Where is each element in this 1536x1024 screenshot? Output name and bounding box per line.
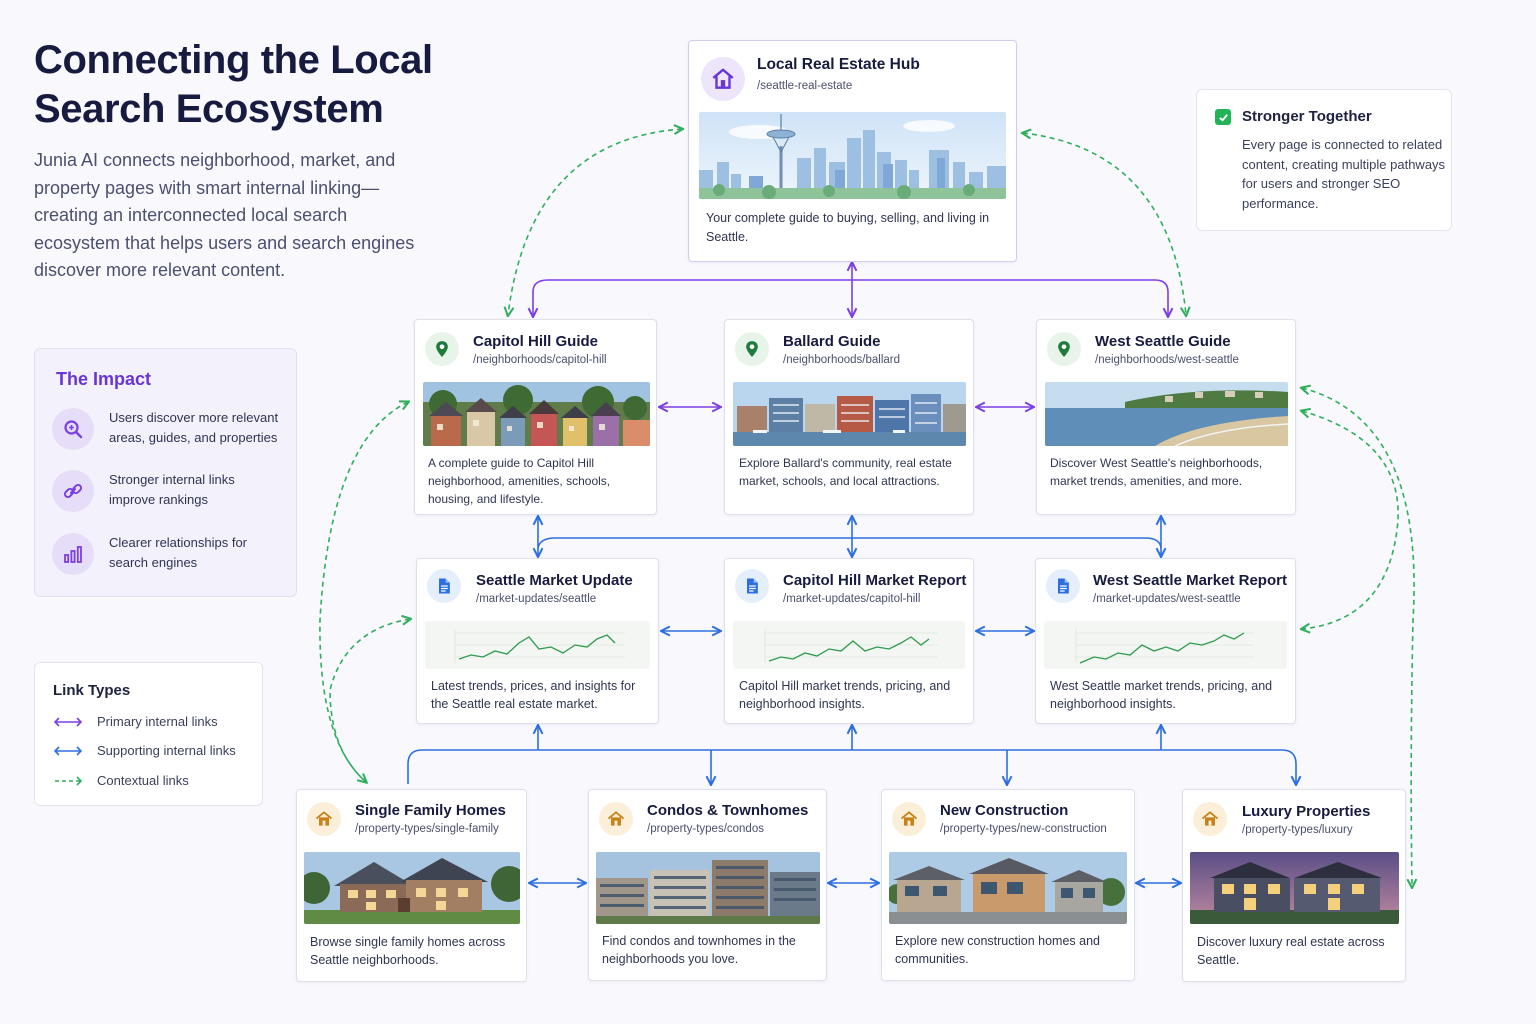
market-trend-chart bbox=[733, 621, 965, 669]
market-url[interactable]: /market-updates/seattle bbox=[476, 593, 596, 605]
impact-item: Stronger internal links improve rankings bbox=[52, 468, 292, 514]
neighborhood-title: Ballard Guide bbox=[783, 333, 881, 350]
impact-panel: The Impact Users discover more relevant … bbox=[34, 348, 297, 597]
seattle-skyline-illustration bbox=[699, 112, 1006, 199]
document-icon bbox=[427, 569, 461, 603]
link-icon bbox=[52, 470, 94, 512]
property-title: Luxury Properties bbox=[1242, 803, 1371, 820]
new-construction-photo bbox=[889, 852, 1127, 924]
market-url[interactable]: /market-updates/capitol-hill bbox=[783, 593, 920, 605]
market-trend-chart bbox=[1044, 621, 1287, 669]
market-card-west-seattle[interactable]: West Seattle Market Report /market-updat… bbox=[1035, 558, 1296, 724]
impact-item-text: Users discover more relevant areas, guid… bbox=[109, 410, 279, 445]
property-description: Explore new construction homes and commu… bbox=[895, 934, 1100, 966]
neighborhood-url[interactable]: /neighborhoods/west-seattle bbox=[1095, 354, 1239, 366]
market-to-property-links bbox=[407, 726, 1296, 883]
checkbox-icon bbox=[1215, 109, 1231, 125]
link-types-title: Link Types bbox=[53, 682, 131, 699]
double-arrow-icon bbox=[53, 746, 83, 756]
legend-label: Supporting internal links bbox=[97, 743, 236, 758]
house-icon bbox=[307, 802, 341, 836]
west-seattle-beach-photo bbox=[1045, 382, 1288, 446]
house-icon bbox=[1193, 802, 1227, 836]
dashed-arrow-icon bbox=[55, 776, 83, 786]
map-pin-icon bbox=[1047, 332, 1081, 366]
legend-label: Primary internal links bbox=[97, 714, 218, 729]
hub-title: Local Real Estate Hub bbox=[757, 56, 920, 73]
bar-chart-icon bbox=[52, 533, 94, 575]
property-url[interactable]: /property-types/new-construction bbox=[940, 823, 1107, 835]
neighborhood-description: Explore Ballard's community, real estate… bbox=[739, 456, 952, 488]
stronger-together-callout: Stronger Together Every page is connecte… bbox=[1196, 89, 1452, 231]
property-title: Condos & Townhomes bbox=[647, 802, 809, 819]
hub-description: Your complete guide to buying, selling, … bbox=[706, 211, 990, 244]
house-icon bbox=[701, 57, 745, 101]
market-card-capitol-hill[interactable]: Capitol Hill Market Report /market-updat… bbox=[724, 558, 974, 724]
impact-item-text: Clearer relationships for search engines bbox=[109, 535, 248, 570]
market-trend-chart bbox=[425, 621, 650, 669]
document-icon bbox=[735, 569, 769, 603]
single-family-home-photo bbox=[304, 852, 520, 924]
house-icon bbox=[892, 802, 926, 836]
impact-item-text: Stronger internal links improve rankings bbox=[109, 472, 235, 507]
market-description: West Seattle market trends, pricing, and… bbox=[1050, 679, 1273, 711]
market-title: Seattle Market Update bbox=[476, 572, 633, 589]
property-card-condos[interactable]: Condos & Townhomes /property-types/condo… bbox=[588, 789, 827, 981]
link-types-legend: Link Types Primary internal links Suppor… bbox=[34, 662, 263, 806]
map-pin-icon bbox=[425, 332, 459, 366]
condo-building-photo bbox=[596, 852, 820, 924]
neighborhood-card-ballard[interactable]: Ballard Guide /neighborhoods/ballard Exp… bbox=[724, 319, 974, 515]
legend-label: Contextual links bbox=[97, 773, 189, 788]
property-url[interactable]: /property-types/condos bbox=[647, 823, 764, 835]
impact-title: The Impact bbox=[56, 369, 152, 389]
property-card-new-construction[interactable]: New Construction /property-types/new-con… bbox=[881, 789, 1135, 981]
hub-card[interactable]: Local Real Estate Hub /seattle-real-esta… bbox=[688, 40, 1017, 262]
callout-title: Stronger Together bbox=[1242, 108, 1372, 125]
property-url[interactable]: /property-types/single-family bbox=[355, 823, 499, 835]
intro-text: Junia AI connects neighborhood, market, … bbox=[34, 150, 415, 280]
neighborhood-title: West Seattle Guide bbox=[1095, 333, 1231, 350]
market-title: Capitol Hill Market Report bbox=[783, 572, 967, 589]
magnifier-icon bbox=[52, 408, 94, 450]
property-description: Find condos and townhomes in the neighbo… bbox=[602, 934, 796, 966]
neighborhood-card-west-seattle[interactable]: West Seattle Guide /neighborhoods/west-s… bbox=[1036, 319, 1296, 515]
ballard-waterfront-photo bbox=[733, 382, 966, 446]
property-description: Discover luxury real estate across Seatt… bbox=[1197, 935, 1385, 967]
map-pin-icon bbox=[735, 332, 769, 366]
property-title: Single Family Homes bbox=[355, 802, 506, 819]
property-card-luxury[interactable]: Luxury Properties /property-types/luxury… bbox=[1182, 789, 1406, 982]
callout-text: Every page is connected to related conte… bbox=[1242, 137, 1446, 211]
property-card-single-family[interactable]: Single Family Homes /property-types/sing… bbox=[296, 789, 527, 982]
page-title: Connecting the Local Search Ecosystem bbox=[34, 38, 433, 131]
market-description: Capitol Hill market trends, pricing, and… bbox=[739, 679, 951, 711]
property-url[interactable]: /property-types/luxury bbox=[1242, 824, 1353, 836]
house-icon bbox=[599, 802, 633, 836]
neighborhood-description: Discover West Seattle's neighborhoods, m… bbox=[1050, 456, 1263, 488]
market-card-seattle[interactable]: Seattle Market Update /market-updates/se… bbox=[416, 558, 659, 724]
neighborhood-title: Capitol Hill Guide bbox=[473, 333, 599, 350]
capitol-hill-houses-photo bbox=[423, 382, 650, 446]
property-description: Browse single family homes across Seattl… bbox=[310, 935, 506, 967]
market-description: Latest trends, prices, and insights for … bbox=[431, 679, 636, 711]
impact-item: Clearer relationships for search engines bbox=[52, 531, 292, 577]
neighborhood-url[interactable]: /neighborhoods/ballard bbox=[783, 354, 900, 366]
hub-url[interactable]: /seattle-real-estate bbox=[757, 80, 852, 92]
market-title: West Seattle Market Report bbox=[1093, 572, 1287, 589]
impact-item: Users discover more relevant areas, guid… bbox=[52, 406, 292, 452]
neighborhood-card-capitol-hill[interactable]: Capitol Hill Guide /neighborhoods/capito… bbox=[414, 319, 657, 515]
double-arrow-icon bbox=[53, 717, 83, 727]
neighborhood-description: A complete guide to Capitol Hill neighbo… bbox=[428, 456, 611, 506]
neighborhood-url[interactable]: /neighborhoods/capitol-hill bbox=[473, 354, 607, 366]
market-url[interactable]: /market-updates/west-seattle bbox=[1093, 593, 1241, 605]
luxury-home-photo bbox=[1190, 852, 1399, 924]
property-title: New Construction bbox=[940, 802, 1069, 819]
document-icon bbox=[1046, 569, 1080, 603]
